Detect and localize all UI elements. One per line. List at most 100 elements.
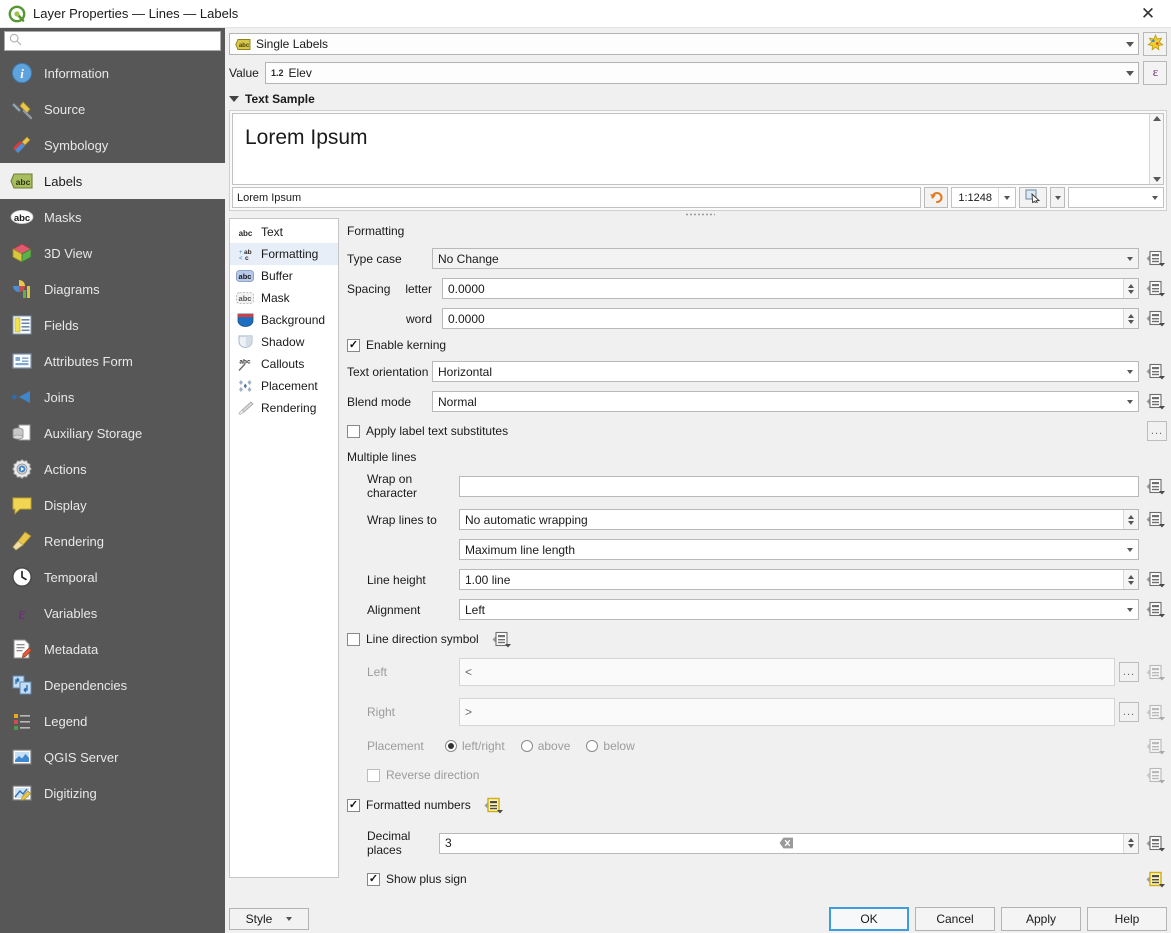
placement-override-button[interactable] (1145, 736, 1167, 756)
chevron-down-icon[interactable] (1146, 188, 1163, 207)
line-direction-symbol-override-button[interactable] (491, 629, 513, 649)
tab-buffer[interactable]: abc Buffer (230, 265, 338, 287)
substitutes-dialog-button[interactable]: ... (1147, 421, 1167, 441)
sidebar-item-fields[interactable]: Fields (0, 307, 225, 343)
blend-mode-override-button[interactable] (1145, 392, 1167, 412)
spacing-word-spinbox[interactable]: 0.0000 (442, 308, 1139, 329)
apply-button[interactable]: Apply (1001, 906, 1081, 931)
sidebar-item-dependencies[interactable]: Dependencies (0, 667, 225, 703)
text-sample-canvas[interactable]: Lorem Ipsum (232, 113, 1164, 185)
spacing-letter-spinbox[interactable]: 0.0000 (442, 278, 1139, 299)
enable-kerning-row[interactable]: Enable kerning (347, 338, 1167, 352)
close-icon[interactable]: ✕ (1125, 0, 1171, 28)
reset-sample-button[interactable] (924, 187, 949, 208)
spinner-arrows[interactable] (1123, 570, 1138, 589)
decimal-places-spinbox[interactable]: 3 (439, 832, 1139, 854)
sidebar-item-legend[interactable]: Legend (0, 703, 225, 739)
radio-below[interactable] (586, 740, 599, 752)
placement-option-above[interactable]: above (520, 739, 570, 753)
tab-background[interactable]: Background (230, 309, 338, 331)
type-case-override-button[interactable] (1145, 249, 1167, 269)
show-plus-sign-override-button[interactable] (1145, 869, 1167, 889)
sidebar-item-qgis-server[interactable]: QGIS Server (0, 739, 225, 775)
style-manager-button[interactable] (1143, 32, 1167, 56)
labeling-mode-combo[interactable]: abc Single Labels (229, 33, 1139, 55)
spacing-letter-override-button[interactable] (1145, 279, 1167, 299)
sidebar-item-joins[interactable]: Joins (0, 379, 225, 415)
panel-splitter[interactable] (229, 211, 1171, 218)
alignment-combo[interactable]: Left (459, 599, 1139, 620)
preview-scale-combo[interactable]: 1:1248 (951, 187, 1016, 208)
tab-placement[interactable]: Placement (230, 375, 338, 397)
sidebar-item-source[interactable]: Source (0, 91, 225, 127)
chevron-down-icon[interactable] (1121, 392, 1138, 411)
reverse-direction-override-button[interactable] (1145, 765, 1167, 785)
wrap-on-character-override-button[interactable] (1145, 476, 1167, 496)
sidebar-item-symbology[interactable]: Symbology (0, 127, 225, 163)
sidebar-item-actions[interactable]: Actions (0, 451, 225, 487)
chevron-down-icon[interactable] (998, 188, 1015, 207)
blend-mode-combo[interactable]: Normal (432, 391, 1139, 412)
line-direction-right-override-button[interactable] (1145, 702, 1167, 722)
style-button[interactable]: Style (229, 907, 309, 930)
chevron-down-icon[interactable] (1121, 34, 1138, 54)
search-box[interactable] (4, 31, 221, 51)
wrap-mode-combo[interactable]: Maximum line length (459, 539, 1139, 560)
text-orientation-override-button[interactable] (1145, 362, 1167, 382)
scroll-down-icon[interactable] (1152, 177, 1161, 182)
search-input[interactable] (26, 33, 216, 49)
preview-extra-combo[interactable] (1068, 187, 1164, 208)
tab-mask[interactable]: abc Mask (230, 287, 338, 309)
value-field-combo[interactable]: 1.2 Elev (265, 62, 1139, 84)
chevron-down-icon[interactable] (1121, 249, 1138, 268)
help-button[interactable]: Help (1087, 906, 1167, 931)
chevron-down-icon[interactable] (1121, 362, 1138, 381)
show-plus-sign-row[interactable]: Show plus sign (347, 869, 1167, 889)
chevron-down-icon[interactable] (1121, 600, 1138, 619)
line-direction-left-dialog-button[interactable]: ... (1119, 662, 1139, 682)
sidebar-item-metadata[interactable]: Metadata (0, 631, 225, 667)
text-orientation-combo[interactable]: Horizontal (432, 361, 1139, 382)
spinner-arrows[interactable] (1123, 833, 1138, 853)
line-direction-right-input[interactable]: > (459, 698, 1115, 726)
spinner-arrows[interactable] (1123, 309, 1138, 328)
alignment-override-button[interactable] (1145, 600, 1167, 620)
line-direction-left-input[interactable]: < (459, 658, 1115, 686)
sidebar-item-display[interactable]: Display (0, 487, 225, 523)
sidebar-item-masks[interactable]: abc Masks (0, 199, 225, 235)
type-case-combo[interactable]: No Change (432, 248, 1139, 269)
line-direction-left-override-button[interactable] (1145, 662, 1167, 682)
line-direction-right-dialog-button[interactable]: ... (1119, 702, 1139, 722)
spinner-arrows[interactable] (1123, 510, 1138, 529)
radio-left-right[interactable] (445, 740, 457, 752)
preview-select-button[interactable] (1019, 187, 1047, 208)
placement-option-left-right[interactable]: left/right (445, 739, 505, 753)
chevron-down-icon[interactable] (1121, 540, 1138, 559)
wrap-lines-to-override-button[interactable] (1145, 510, 1167, 530)
wrap-lines-to-spinbox[interactable]: No automatic wrapping (459, 509, 1139, 530)
chevron-down-icon[interactable] (1121, 63, 1138, 83)
text-sample-header[interactable]: Text Sample (229, 92, 1171, 106)
sidebar-item-rendering[interactable]: Rendering (0, 523, 225, 559)
tab-formatting[interactable]: + ab < c Formatting (230, 243, 338, 265)
scroll-up-icon[interactable] (1152, 116, 1161, 121)
placement-option-below[interactable]: below (586, 739, 635, 753)
apply-substitutes-row[interactable]: Apply label text substitutes ... (347, 421, 1167, 441)
sidebar-item-labels[interactable]: abc Labels (0, 163, 225, 199)
tab-shadow[interactable]: Shadow (230, 331, 338, 353)
spacing-word-override-button[interactable] (1145, 309, 1167, 329)
wrap-on-character-input[interactable] (459, 475, 1139, 497)
expression-button[interactable]: ε (1143, 61, 1167, 85)
radio-above[interactable] (520, 740, 533, 752)
decimal-places-override-button[interactable] (1145, 833, 1167, 853)
spinner-arrows[interactable] (1123, 279, 1138, 298)
sample-text-input[interactable]: Lorem Ipsum (232, 187, 922, 208)
sidebar-item-information[interactable]: i Information (0, 55, 225, 91)
cancel-button[interactable]: Cancel (915, 906, 995, 931)
clear-field-button[interactable] (779, 837, 796, 849)
line-direction-symbol-row[interactable]: Line direction symbol (347, 629, 1167, 649)
show-plus-sign-checkbox[interactable] (367, 872, 380, 886)
reverse-direction-row[interactable]: Reverse direction (347, 765, 1167, 785)
formatted-numbers-row[interactable]: Formatted numbers (347, 795, 1167, 815)
sidebar-item-auxiliary-storage[interactable]: Auxiliary Storage (0, 415, 225, 451)
